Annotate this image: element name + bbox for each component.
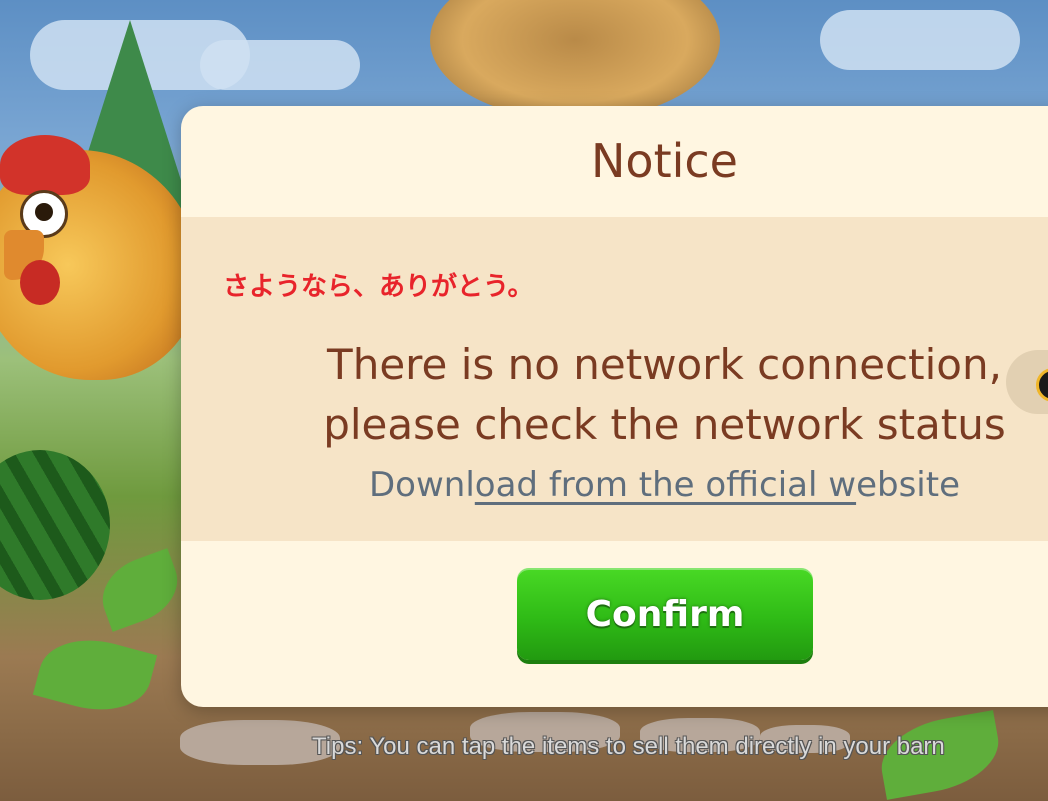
confirm-button[interactable]: Confirm — [517, 568, 813, 660]
dialog-body: さようなら、ありがとう。 There is no network connect… — [181, 217, 1048, 541]
gamepad-icon — [1036, 368, 1048, 402]
japanese-text: さようなら、ありがとう。 — [223, 272, 534, 302]
cloud-decoration — [820, 10, 1020, 70]
download-link-underlined: oad from the official w — [474, 465, 857, 505]
tips-text: Tips: You can tap the items to sell them… — [312, 733, 945, 760]
download-link-suffix: ebsite — [856, 465, 960, 505]
watermelon-illustration — [0, 450, 110, 600]
chicken-wattle — [20, 260, 60, 305]
straw-hat-decoration — [430, 0, 720, 120]
message-line-1: There is no network connection, — [327, 340, 1002, 389]
dialog-title: Notice — [591, 134, 738, 188]
download-official-website-link[interactable]: Download from the official website — [181, 465, 1048, 505]
network-error-message: There is no network connection, please c… — [181, 335, 1048, 455]
leaf-decoration — [32, 626, 158, 724]
download-link-prefix: Downl — [369, 465, 475, 505]
chicken-comb — [0, 135, 90, 195]
cloud-decoration — [200, 40, 360, 90]
leaf-decoration — [92, 548, 188, 632]
notice-dialog: Notice さようなら、ありがとう。 There is no network … — [181, 106, 1048, 707]
message-line-2: please check the network status — [323, 400, 1006, 449]
